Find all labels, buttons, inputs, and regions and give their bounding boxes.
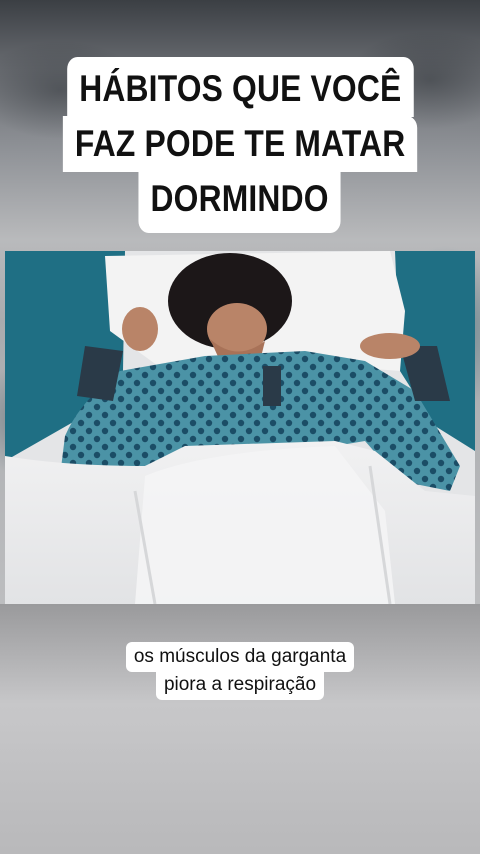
video-frame[interactable] bbox=[5, 251, 475, 604]
left-hand bbox=[122, 307, 158, 351]
caption-line-2: piora a respiração bbox=[155, 670, 325, 700]
subtitle-caption: os músculos da garganta piora a respiraç… bbox=[0, 642, 480, 700]
right-hand bbox=[360, 333, 420, 359]
title-line-1: HÁBITOS QUE VOCÊ bbox=[66, 57, 414, 117]
title-line-2: FAZ PODE TE MATAR bbox=[62, 116, 418, 172]
caption-line-1: os músculos da garganta bbox=[125, 642, 355, 672]
sleeping-person-illustration bbox=[5, 251, 475, 604]
title-line-3: DORMINDO bbox=[138, 171, 342, 233]
title-overlay: HÁBITOS QUE VOCÊ FAZ PODE TE MATAR DORMI… bbox=[0, 57, 480, 233]
